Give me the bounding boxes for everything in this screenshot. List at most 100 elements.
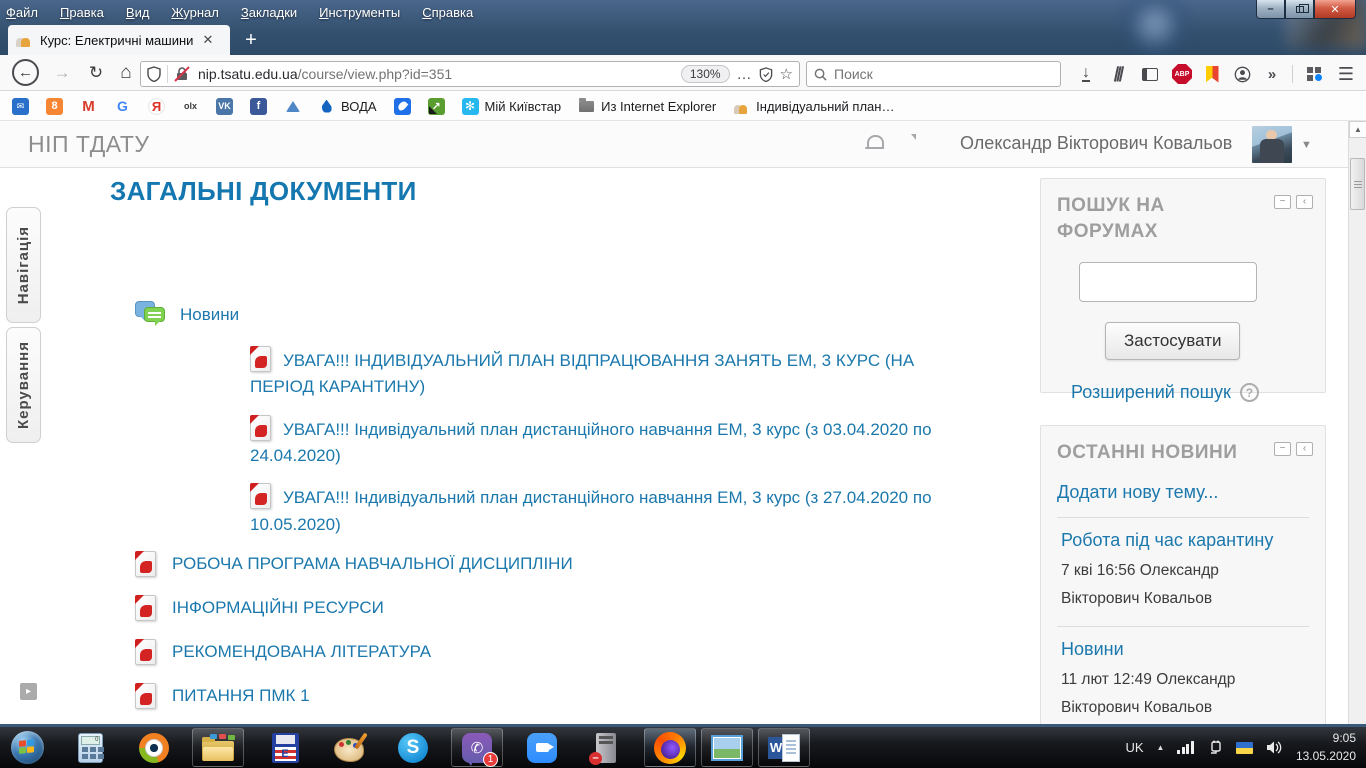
taskbar-floppy-app[interactable] bbox=[259, 727, 311, 768]
bookmark-google[interactable]: G bbox=[114, 98, 131, 115]
taskbar-system-tool[interactable] bbox=[580, 727, 632, 768]
document-link[interactable]: РЕКОМЕНДОВАНА ЛІТЕРАТУРА bbox=[172, 642, 431, 662]
news-item-title-link[interactable]: Новини bbox=[1061, 639, 1309, 660]
network-signal-icon[interactable] bbox=[1177, 741, 1194, 754]
menu-item[interactable]: Правка bbox=[60, 5, 104, 20]
page-scrollbar[interactable]: ▲ bbox=[1348, 121, 1366, 724]
sidebar-tab-administration[interactable]: Керування bbox=[6, 327, 41, 443]
menu-item[interactable]: Закладки bbox=[241, 5, 297, 20]
bookmark-voda[interactable]: ВОДА bbox=[318, 98, 377, 115]
taskbar-paint[interactable] bbox=[323, 727, 375, 768]
user-menu-caret-icon[interactable]: ▼ bbox=[1301, 139, 1312, 151]
account-icon[interactable] bbox=[1230, 62, 1254, 86]
advanced-search-link[interactable]: Розширений пошук bbox=[1071, 382, 1231, 403]
start-button[interactable] bbox=[4, 727, 50, 768]
document-link[interactable]: УВАГА!!! Індивідуальний план дистанційно… bbox=[250, 420, 932, 465]
page-actions-icon[interactable]: … bbox=[737, 66, 752, 83]
network-plug-icon[interactable] bbox=[1207, 740, 1223, 756]
menu-item[interactable]: Вид bbox=[126, 5, 150, 20]
forum-link[interactable]: Новини bbox=[180, 305, 239, 325]
bookmark-kyivstar[interactable]: ✻ Мій Київстар bbox=[461, 97, 561, 115]
taskbar-zoom[interactable] bbox=[516, 727, 568, 768]
yandex-bookmarks-icon[interactable] bbox=[1200, 62, 1224, 86]
bookmark-yandex[interactable]: Я bbox=[148, 97, 165, 115]
home-button[interactable]: ⌂ bbox=[112, 59, 140, 87]
browser-tab[interactable]: Курс: Електричні машини ✕ bbox=[8, 25, 230, 55]
bookmark-ie-folder[interactable]: Из Internet Explorer bbox=[578, 97, 716, 115]
taskbar-clock[interactable]: 9:05 13.05.2020 bbox=[1296, 730, 1356, 765]
document-link[interactable]: УВАГА!!! Індивідуальний план дистанційно… bbox=[250, 488, 932, 533]
news-item-title-link[interactable]: Робота під час карантину bbox=[1061, 530, 1309, 551]
bookmark-odnoklassniki[interactable]: 8 bbox=[46, 97, 63, 115]
bookmark-meta[interactable] bbox=[284, 98, 301, 115]
document-link[interactable]: РОБОЧА ПРОГРАМА НАВЧАЛЬНОЇ ДИСЦИПЛІНИ bbox=[172, 554, 573, 574]
hidden-icons-caret-icon[interactable]: ▲ bbox=[1157, 743, 1165, 752]
apply-button[interactable]: Застосувати bbox=[1105, 322, 1241, 361]
new-tab-button[interactable]: + bbox=[238, 28, 264, 54]
search-input[interactable] bbox=[834, 66, 1034, 82]
menu-item[interactable]: Инструменты bbox=[319, 5, 400, 20]
bookmark-olx[interactable]: olx bbox=[182, 98, 199, 115]
bookmark-mailru[interactable]: ✉ bbox=[12, 97, 29, 115]
user-name[interactable]: Олександр Вікторович Ковальов bbox=[960, 133, 1232, 154]
bookmark-vk[interactable]: VK bbox=[216, 97, 233, 115]
bookmark-gas[interactable] bbox=[393, 97, 411, 115]
hamburger-menu-icon[interactable]: ☰ bbox=[1334, 62, 1358, 86]
help-icon[interactable]: ? bbox=[1239, 383, 1259, 403]
restore-button[interactable] bbox=[1285, 0, 1314, 19]
search-bar[interactable] bbox=[806, 61, 1061, 87]
taskbar-skype[interactable]: S bbox=[387, 727, 439, 768]
tab-close-icon[interactable]: ✕ bbox=[199, 32, 217, 48]
taskbar-explorer[interactable] bbox=[192, 728, 244, 767]
bookmark-gmail[interactable]: M bbox=[80, 98, 97, 115]
taskbar-word[interactable]: W bbox=[758, 728, 810, 767]
document-link[interactable]: УВАГА!!! ІНДИВІДУАЛЬНИЙ ПЛАН ВІДПРАЦЮВАН… bbox=[250, 351, 914, 396]
back-button[interactable]: ← bbox=[12, 59, 39, 86]
taskbar-recuva[interactable] bbox=[128, 727, 180, 768]
dock-block-icon[interactable]: ‹ bbox=[1296, 442, 1313, 456]
collapse-block-icon[interactable]: − bbox=[1274, 442, 1291, 456]
downloads-icon[interactable]: ↓ bbox=[1074, 62, 1098, 86]
overflow-chevrons-icon[interactable]: » bbox=[1260, 62, 1284, 86]
forum-search-input[interactable] bbox=[1079, 262, 1257, 303]
site-title[interactable]: НІП ТДАТУ bbox=[28, 131, 150, 158]
document-link[interactable]: ІНФОРМАЦІЙНІ РЕСУРСИ bbox=[172, 598, 384, 618]
tracking-shield-icon[interactable] bbox=[147, 66, 161, 82]
language-indicator[interactable]: UK bbox=[1125, 740, 1143, 755]
show-blocks-dock-icon[interactable]: ▸ bbox=[20, 683, 37, 700]
sidebar-toggle-icon[interactable] bbox=[1138, 62, 1162, 86]
ukraine-flag-icon[interactable] bbox=[1235, 741, 1253, 754]
close-button[interactable]: ✕ bbox=[1314, 0, 1356, 19]
bookmark-star-icon[interactable]: ☆ bbox=[780, 65, 793, 83]
bookmark-facebook[interactable]: f bbox=[250, 97, 267, 115]
taskbar-firefox[interactable] bbox=[644, 728, 696, 767]
minimize-button[interactable]: – bbox=[1256, 0, 1285, 19]
extensions-icon[interactable] bbox=[1302, 62, 1326, 86]
collapse-block-icon[interactable]: − bbox=[1274, 195, 1291, 209]
adblock-plus-icon[interactable]: ABP bbox=[1170, 62, 1194, 86]
protections-shield-icon[interactable] bbox=[759, 66, 773, 82]
bookmark-privat[interactable]: ↗ bbox=[427, 97, 445, 115]
user-avatar[interactable] bbox=[1252, 126, 1292, 163]
scroll-up-icon[interactable]: ▲ bbox=[1349, 121, 1366, 138]
sidebar-tab-navigation[interactable]: Навігація bbox=[6, 207, 41, 323]
reload-button[interactable]: ↻ bbox=[82, 59, 110, 87]
forward-button[interactable]: → bbox=[48, 59, 76, 87]
taskbar-calculator[interactable] bbox=[64, 727, 116, 768]
meta-search-icon bbox=[284, 98, 301, 115]
address-bar[interactable]: nip.tsatu.edu.ua/course/view.php?id=351 … bbox=[140, 61, 800, 87]
menu-item[interactable]: Журнал bbox=[171, 5, 218, 20]
taskbar-photo-viewer[interactable] bbox=[701, 728, 753, 767]
library-icon[interactable]: ||| bbox=[1103, 62, 1132, 86]
insecure-connection-icon[interactable] bbox=[174, 66, 190, 82]
volume-speaker-icon[interactable] bbox=[1266, 740, 1283, 755]
bookmark-individual-plan[interactable]: Індивідуальний план… bbox=[733, 98, 894, 115]
taskbar-viber[interactable]: ✆ 1 bbox=[451, 728, 503, 767]
menu-item[interactable]: Файл bbox=[6, 5, 38, 20]
menu-item[interactable]: Справка bbox=[422, 5, 473, 20]
dock-block-icon[interactable]: ‹ bbox=[1296, 195, 1313, 209]
zoom-level-badge[interactable]: 130% bbox=[680, 65, 730, 83]
scrollbar-thumb[interactable] bbox=[1350, 158, 1365, 210]
add-new-topic-link[interactable]: Додати нову тему... bbox=[1057, 482, 1309, 503]
document-link[interactable]: ПИТАННЯ ПМК 1 bbox=[172, 686, 310, 706]
